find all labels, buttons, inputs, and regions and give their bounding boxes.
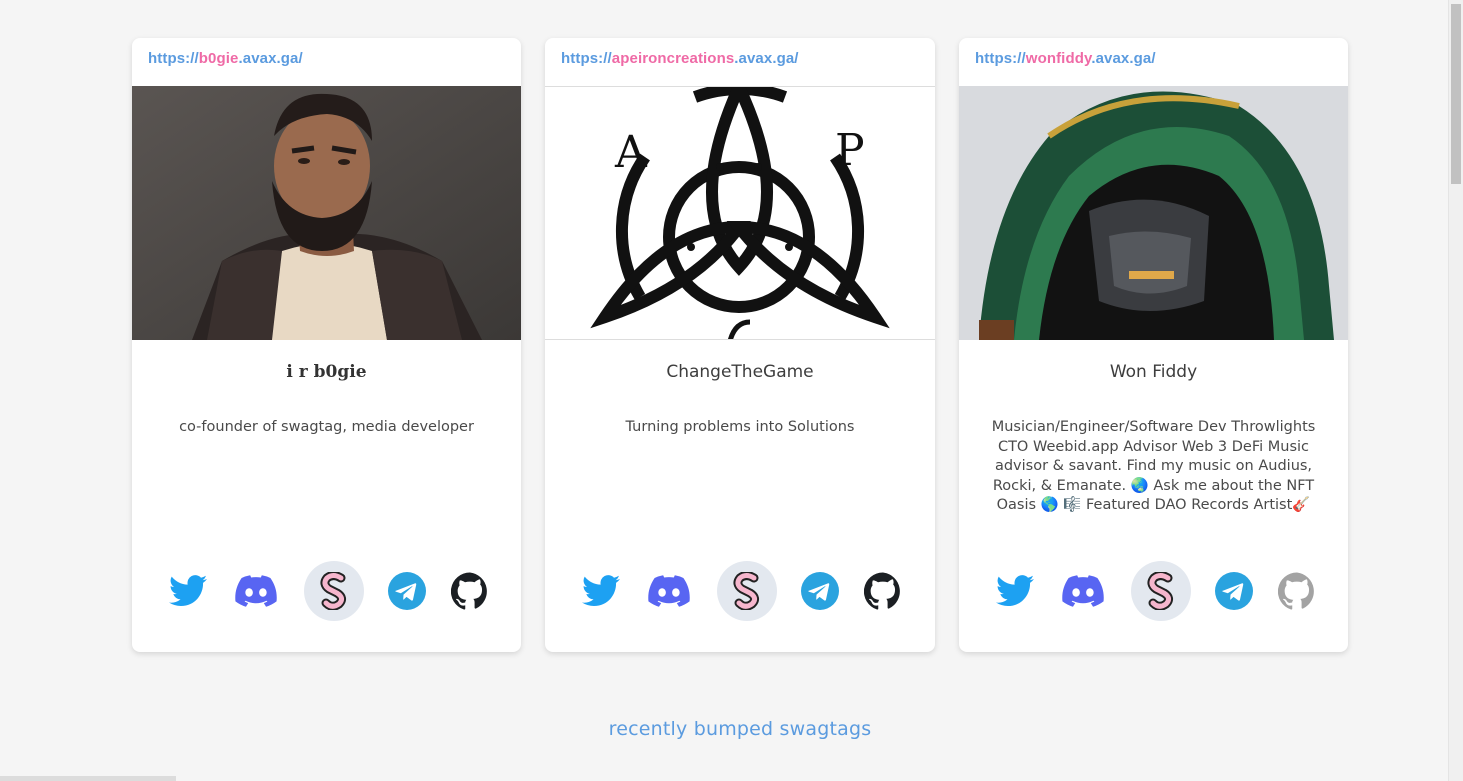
github-icon[interactable]	[440, 561, 500, 621]
discord-icon[interactable]	[226, 561, 286, 621]
swagtag-icon[interactable]	[717, 561, 777, 621]
hooded-mask-photo-image	[959, 86, 1348, 340]
url-suffix: .avax.ga/	[734, 50, 799, 67]
swagtag-icon[interactable]	[304, 561, 364, 621]
telegram-icon[interactable]	[1204, 561, 1264, 621]
social-links	[132, 561, 521, 621]
scrollbar-thumb[interactable]	[1451, 4, 1461, 184]
profile-card: https://b0gie.avax.ga/ i r b0gie co-foun…	[132, 38, 521, 652]
section-title: recently bumped swagtags	[608, 718, 872, 740]
twitter-icon[interactable]	[158, 561, 218, 621]
svg-text:A: A	[614, 127, 648, 178]
profile-url-link[interactable]: https://wonfiddy.avax.ga/	[975, 50, 1156, 67]
triquetra-logo-image: A P	[545, 87, 934, 339]
url-name: wonfiddy	[1025, 50, 1092, 67]
profile-image	[132, 86, 521, 340]
profile-card: https://apeironcreations.avax.ga/ A P Ch…	[545, 38, 935, 652]
url-suffix: .avax.ga/	[1091, 50, 1156, 67]
profile-name: ChangeTheGame	[666, 362, 814, 382]
profile-bio: Turning problems into Solutions	[625, 419, 855, 435]
horizontal-scrollbar[interactable]	[0, 776, 176, 781]
swagtag-icon[interactable]	[1131, 561, 1191, 621]
social-links	[545, 561, 935, 621]
bearded-avatar-image	[132, 86, 521, 340]
profile-image: A P	[545, 86, 935, 340]
discord-icon[interactable]	[639, 561, 699, 621]
profile-name: i r b0gie	[286, 362, 367, 382]
profile-card: https://wonfiddy.avax.ga/ Won Fiddy Musi…	[959, 38, 1348, 652]
url-name: apeironcreations	[611, 50, 735, 67]
profile-url-link[interactable]: https://apeironcreations.avax.ga/	[561, 50, 799, 67]
url-prefix: https://	[561, 50, 612, 67]
svg-text:P: P	[835, 125, 865, 176]
url-suffix: .avax.ga/	[238, 50, 303, 67]
scrollbar[interactable]	[1448, 0, 1463, 781]
url-prefix: https://	[975, 50, 1026, 67]
telegram-icon[interactable]	[377, 561, 437, 621]
url-name: b0gie	[198, 50, 239, 67]
url-prefix: https://	[148, 50, 199, 67]
github-icon[interactable]	[1267, 561, 1327, 621]
profile-name: Won Fiddy	[1109, 362, 1198, 382]
profile-url-link[interactable]: https://b0gie.avax.ga/	[148, 50, 303, 67]
page: https://b0gie.avax.ga/ i r b0gie co-foun…	[0, 0, 1449, 781]
profile-bio: co-founder of swagtag, media developer	[179, 419, 474, 435]
twitter-icon[interactable]	[985, 561, 1045, 621]
profile-bio: Musician/Engineer/Software Dev Throwligh…	[991, 419, 1316, 513]
twitter-icon[interactable]	[571, 561, 631, 621]
discord-icon[interactable]	[1053, 561, 1113, 621]
profile-image	[959, 86, 1348, 340]
telegram-icon[interactable]	[790, 561, 850, 621]
social-links	[959, 561, 1348, 621]
github-icon[interactable]	[853, 561, 913, 621]
